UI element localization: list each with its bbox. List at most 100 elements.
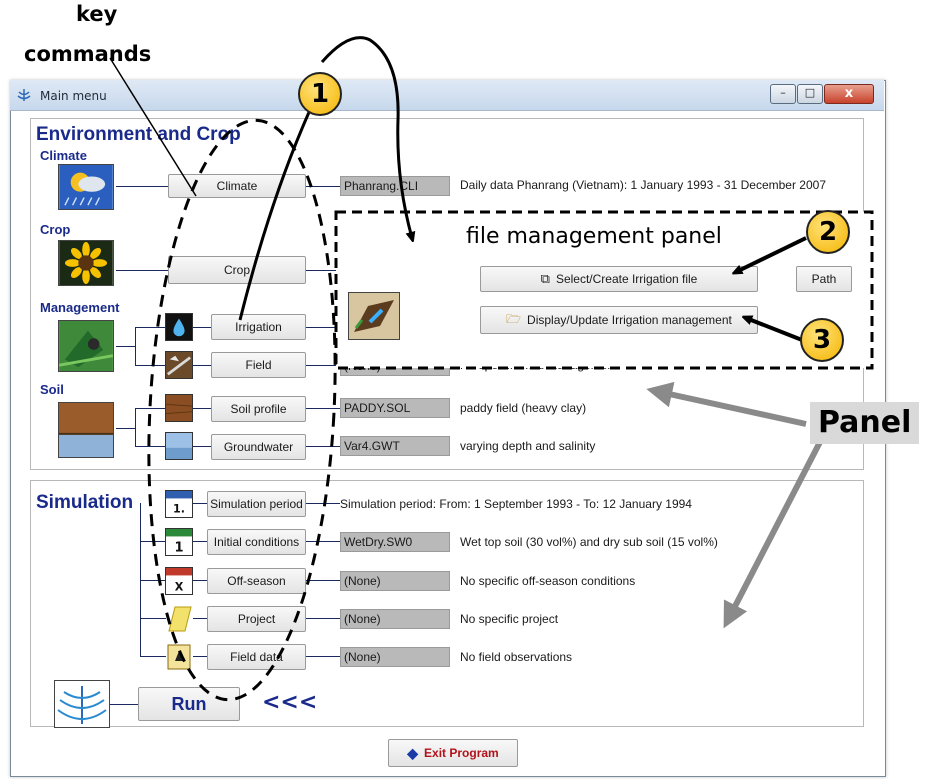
- groundwater-button-label: Groundwater: [223, 440, 294, 454]
- callout-1-number: 1: [310, 79, 330, 109]
- select-irrigation-file-button[interactable]: ⧉ Select/Create Irrigation file: [480, 266, 758, 292]
- path-button[interactable]: Path: [796, 266, 852, 292]
- soil-icon: [58, 402, 114, 458]
- folder-open-icon: 🗁: [506, 311, 522, 326]
- exit-program-label: Exit Program: [424, 746, 499, 760]
- connector: [193, 446, 211, 447]
- minimize-button[interactable]: –: [770, 84, 796, 104]
- maximize-button[interactable]: □: [797, 84, 823, 104]
- off-season-button[interactable]: Off-season: [207, 568, 306, 594]
- connector: [306, 618, 340, 619]
- connector: [135, 408, 165, 409]
- app-icon: [17, 89, 31, 101]
- connector: [140, 618, 166, 619]
- initial-conditions-button-label: Initial conditions: [213, 535, 300, 549]
- management-section-label: Management: [40, 300, 120, 315]
- connector: [306, 580, 340, 581]
- connector: [306, 541, 340, 542]
- initial-conditions-description: Wet top soil (30 vol%) and dry sub soil …: [460, 535, 718, 549]
- soil-profile-button[interactable]: Soil profile: [211, 396, 306, 422]
- groundwater-button[interactable]: Groundwater: [211, 434, 306, 460]
- connector: [110, 704, 138, 705]
- callout-1: 1: [298, 72, 342, 116]
- irrigation-file-icon: [348, 292, 400, 340]
- project-icon: [168, 606, 192, 632]
- calendar-initial-icon: 1: [165, 528, 193, 556]
- initial-conditions-file-field: WetDry.SW0: [340, 532, 450, 552]
- key-commands-line1: key: [76, 2, 118, 26]
- panel-label: Panel: [810, 402, 920, 444]
- calendar-period-icon: 1.: [165, 490, 193, 518]
- key-commands-label: key: [76, 2, 117, 26]
- connector: [193, 503, 207, 504]
- crop-button[interactable]: Crop: [168, 256, 306, 284]
- connector: [306, 408, 340, 409]
- field-data-button[interactable]: Field data: [207, 644, 306, 670]
- climate-button[interactable]: Climate: [168, 174, 306, 198]
- callout-2-number: 2: [818, 217, 838, 247]
- initial-conditions-button[interactable]: Initial conditions: [207, 529, 306, 555]
- svg-text:1: 1: [174, 540, 183, 555]
- connector: [306, 503, 340, 504]
- project-button-label: Project: [237, 612, 276, 626]
- soil-section-label: Soil: [40, 382, 64, 397]
- water-drop-icon: [165, 313, 193, 341]
- connector: [116, 428, 136, 429]
- soil-profile-icon: [165, 394, 193, 422]
- display-irrigation-button[interactable]: 🗁 Display/Update Irrigation management: [480, 306, 758, 334]
- soil-profile-button-label: Soil profile: [230, 402, 287, 416]
- field-button-label: Field: [245, 358, 272, 372]
- connector: [135, 327, 165, 328]
- project-button[interactable]: Project: [207, 606, 306, 632]
- callout-3-number: 3: [812, 325, 832, 355]
- select-irrigation-file-label: Select/Create Irrigation file: [555, 272, 698, 286]
- run-button[interactable]: Run: [138, 687, 240, 721]
- close-button[interactable]: x: [824, 84, 874, 104]
- field-icon: [165, 351, 193, 379]
- project-file-field: (None): [340, 609, 450, 629]
- irrigation-button[interactable]: Irrigation: [211, 314, 306, 340]
- simulation-period-button[interactable]: Simulation period: [207, 491, 306, 517]
- path-button-label: Path: [811, 272, 837, 286]
- field-button[interactable]: Field: [211, 352, 306, 378]
- crop-section-label: Crop: [40, 222, 71, 237]
- copy-icon: ⧉: [540, 271, 550, 286]
- climate-icon: [58, 164, 114, 210]
- climate-button-label: Climate: [216, 179, 258, 193]
- connector: [193, 656, 207, 657]
- climate-section-label: Climate: [40, 148, 87, 163]
- file-management-panel-label: file management panel: [466, 224, 722, 249]
- field-data-file-field: (None): [340, 647, 450, 667]
- title-bar: [10, 80, 884, 111]
- connector: [306, 446, 340, 447]
- connector: [116, 186, 168, 187]
- exit-program-button[interactable]: ◆ Exit Program: [388, 739, 518, 767]
- calendar-offseason-icon: X: [165, 567, 193, 595]
- connector: [135, 446, 165, 447]
- connector: [116, 270, 168, 271]
- sunflower-icon: [58, 240, 114, 286]
- irrigation-button-label: Irrigation: [235, 320, 282, 334]
- connector: [135, 365, 165, 366]
- field-data-button-label: Field data: [230, 650, 283, 664]
- simulation-period-button-label: Simulation period: [210, 497, 303, 511]
- climate-description: Daily data Phanrang (Vietnam): 1 January…: [460, 178, 826, 192]
- crop-button-label: Crop: [223, 263, 250, 277]
- connector: [306, 186, 340, 187]
- groundwater-description: varying depth and salinity: [460, 439, 596, 453]
- connector: [193, 365, 211, 366]
- connector: [306, 365, 340, 366]
- connector: [140, 656, 166, 657]
- exit-icon: ◆: [407, 744, 419, 761]
- management-icon: [58, 320, 114, 372]
- display-irrigation-label: Display/Update Irrigation management: [527, 313, 732, 327]
- field-data-icon: [167, 644, 191, 670]
- connector: [193, 618, 207, 619]
- connector: [140, 541, 166, 542]
- connector: [306, 656, 340, 657]
- connector: [116, 346, 136, 347]
- svg-text:X: X: [175, 580, 184, 593]
- connector: [193, 408, 211, 409]
- groundwater-file-field: Var4.GWT: [340, 436, 450, 456]
- connector: [135, 408, 136, 446]
